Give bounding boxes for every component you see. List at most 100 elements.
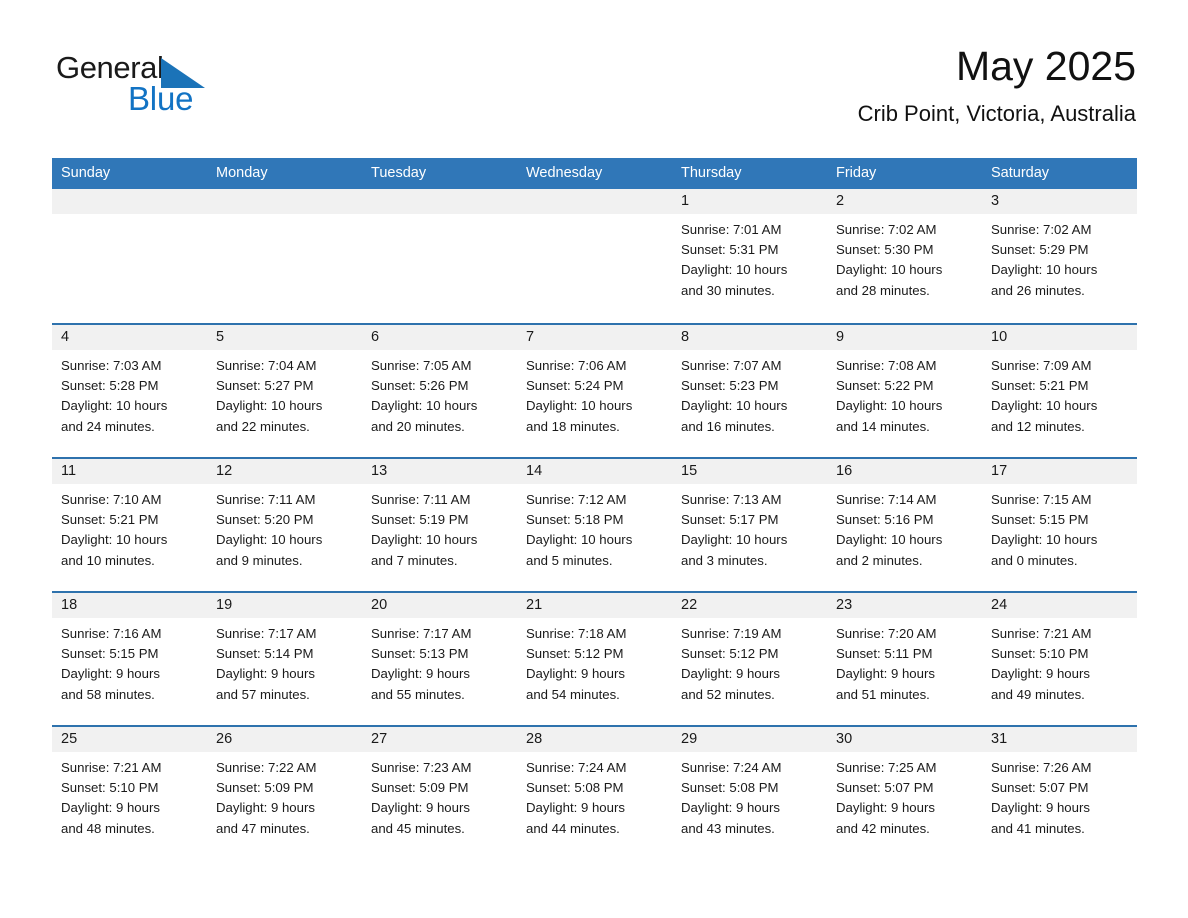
day-detail-line: Sunset: 5:28 PM: [61, 378, 159, 394]
day-number: 9: [836, 329, 845, 345]
day-number-band: 28: [517, 727, 672, 752]
day-number: 21: [526, 597, 543, 613]
day-detail-line: Daylight: 9 hours: [836, 666, 935, 682]
day-number-band: 8: [672, 325, 827, 350]
calendar-day-cell[interactable]: 21 Sunrise: 7:18 AM Sunset: 5:12 PM Dayligh…: [517, 593, 672, 725]
calendar-day-cell[interactable]: 8 Sunrise: 7:07 AM Sunset: 5:23 PM Daylight…: [672, 325, 827, 457]
day-number: 26: [216, 731, 233, 747]
calendar-week-row: 18 Sunrise: 7:16 AM Sunset: 5:15 PM Dayligh…: [52, 591, 1137, 725]
day-detail-line: Daylight: 10 hours: [681, 532, 788, 548]
day-number-band: 26: [207, 727, 362, 752]
calendar-day-cell[interactable]: 15 Sunrise: 7:13 AM Sunset: 5:17 PM Dayligh…: [672, 459, 827, 591]
weekday-header-thursday: Thursday: [681, 165, 742, 181]
day-number-band: 6: [362, 325, 517, 350]
day-detail-line: and 30 minutes.: [681, 282, 775, 298]
calendar-day-cell[interactable]: 30 Sunrise: 7:25 AM Sunset: 5:07 PM Dayligh…: [827, 727, 982, 859]
day-detail-line: Sunset: 5:17 PM: [681, 512, 779, 528]
calendar-day-cell[interactable]: 29 Sunrise: 7:24 AM Sunset: 5:08 PM Dayligh…: [672, 727, 827, 859]
day-detail-line: Sunset: 5:08 PM: [681, 780, 779, 796]
day-detail-line: Sunrise: 7:23 AM: [371, 760, 472, 775]
calendar-day-cell[interactable]: 18 Sunrise: 7:16 AM Sunset: 5:15 PM Dayligh…: [52, 593, 207, 725]
calendar-day-cell[interactable]: 31 Sunrise: 7:26 AM Sunset: 5:07 PM Dayligh…: [982, 727, 1137, 859]
calendar-day-cell[interactable]: 13 Sunrise: 7:11 AM Sunset: 5:19 PM Dayligh…: [362, 459, 517, 591]
calendar-day-cell[interactable]: 19 Sunrise: 7:17 AM Sunset: 5:14 PM Dayligh…: [207, 593, 362, 725]
day-detail-line: Sunset: 5:09 PM: [216, 780, 314, 796]
calendar-day-cell[interactable]: 4 Sunrise: 7:03 AM Sunset: 5:28 PM Daylight…: [52, 325, 207, 457]
day-number-band: 19: [207, 593, 362, 618]
calendar-day-cell[interactable]: 23 Sunrise: 7:20 AM Sunset: 5:11 PM Dayligh…: [827, 593, 982, 725]
day-number-band: 15: [672, 459, 827, 484]
day-number-band: 25: [52, 727, 207, 752]
calendar-day-cell[interactable]: 24 Sunrise: 7:21 AM Sunset: 5:10 PM Dayligh…: [982, 593, 1137, 725]
day-number-band: 31: [982, 727, 1137, 752]
calendar-day-cell[interactable]: 20 Sunrise: 7:17 AM Sunset: 5:13 PM Dayligh…: [362, 593, 517, 725]
day-number-band: [517, 189, 672, 214]
weekday-header-wednesday: Wednesday: [526, 165, 603, 181]
day-detail-line: Sunrise: 7:11 AM: [216, 492, 316, 507]
day-detail-line: Sunset: 5:16 PM: [836, 512, 934, 528]
calendar-day-cell[interactable]: 2 Sunrise: 7:02 AM Sunset: 5:30 PM Daylight…: [827, 189, 982, 323]
calendar-day-cell[interactable]: 16 Sunrise: 7:14 AM Sunset: 5:16 PM Dayligh…: [827, 459, 982, 591]
day-detail-line: Sunrise: 7:24 AM: [526, 760, 627, 775]
day-detail-line: Daylight: 9 hours: [836, 800, 935, 816]
calendar-day-cell[interactable]: 9 Sunrise: 7:08 AM Sunset: 5:22 PM Daylight…: [827, 325, 982, 457]
day-number: 14: [526, 463, 543, 479]
day-detail-line: and 42 minutes.: [836, 820, 930, 836]
calendar-day-cell[interactable]: 28 Sunrise: 7:24 AM Sunset: 5:08 PM Dayligh…: [517, 727, 672, 859]
calendar-week-row: 25 Sunrise: 7:21 AM Sunset: 5:10 PM Dayligh…: [52, 725, 1137, 859]
day-detail-line: Sunset: 5:08 PM: [526, 780, 624, 796]
calendar-day-cell[interactable]: 17 Sunrise: 7:15 AM Sunset: 5:15 PM Dayligh…: [982, 459, 1137, 591]
day-number-band: 10: [982, 325, 1137, 350]
day-detail-line: Sunrise: 7:04 AM: [216, 358, 317, 373]
calendar-day-cell[interactable]: 7 Sunrise: 7:06 AM Sunset: 5:24 PM Daylight…: [517, 325, 672, 457]
day-detail-line: and 28 minutes.: [836, 282, 930, 298]
day-detail-line: Sunset: 5:07 PM: [836, 780, 934, 796]
calendar-page: General Blue May 2025 Crib Point, Victor…: [0, 0, 1188, 918]
calendar-day-cell[interactable]: 3 Sunrise: 7:02 AM Sunset: 5:29 PM Daylight…: [982, 189, 1137, 323]
weekday-header-tuesday: Tuesday: [371, 165, 427, 181]
day-detail-line: and 10 minutes.: [61, 552, 155, 568]
day-detail-line: and 5 minutes.: [526, 552, 613, 568]
day-detail-line: Daylight: 9 hours: [216, 666, 315, 682]
day-number: 24: [991, 597, 1008, 613]
day-number: 23: [836, 597, 853, 613]
calendar-day-cell-empty: [517, 189, 672, 323]
day-number-band: 11: [52, 459, 207, 484]
calendar-grid: Sunday Monday Tuesday Wednesday Thursday Frid…: [52, 158, 1137, 859]
calendar-day-cell[interactable]: 27 Sunrise: 7:23 AM Sunset: 5:09 PM Dayligh…: [362, 727, 517, 859]
calendar-week-row: 11 Sunrise: 7:10 AM Sunset: 5:21 PM Dayligh…: [52, 457, 1137, 591]
weekday-header-friday: Friday: [836, 165, 877, 181]
day-detail-line: Sunset: 5:13 PM: [371, 646, 469, 662]
page-header: General Blue May 2025 Crib Point, Victor…: [0, 0, 1188, 126]
day-detail-line: Daylight: 9 hours: [61, 800, 160, 816]
day-number-band: 22: [672, 593, 827, 618]
calendar-day-cell[interactable]: 22 Sunrise: 7:19 AM Sunset: 5:12 PM Dayligh…: [672, 593, 827, 725]
day-number-band: 16: [827, 459, 982, 484]
calendar-day-cell[interactable]: 14 Sunrise: 7:12 AM Sunset: 5:18 PM Dayligh…: [517, 459, 672, 591]
calendar-day-cell[interactable]: 12 Sunrise: 7:11 AM Sunset: 5:20 PM Dayligh…: [207, 459, 362, 591]
day-detail-line: Sunrise: 7:18 AM: [526, 626, 627, 641]
day-detail-line: and 3 minutes.: [681, 552, 768, 568]
day-number: 6: [371, 329, 380, 345]
day-detail-line: Daylight: 9 hours: [371, 666, 470, 682]
calendar-day-cell[interactable]: 10 Sunrise: 7:09 AM Sunset: 5:21 PM Dayligh…: [982, 325, 1137, 457]
calendar-day-cell[interactable]: 11 Sunrise: 7:10 AM Sunset: 5:21 PM Dayligh…: [52, 459, 207, 591]
calendar-day-cell[interactable]: 5 Sunrise: 7:04 AM Sunset: 5:27 PM Daylight…: [207, 325, 362, 457]
day-details: Sunrise: 7:17 AM Sunset: 5:13 PM Daylight:…: [362, 618, 517, 705]
day-number-band: 12: [207, 459, 362, 484]
day-detail-line: Daylight: 10 hours: [836, 532, 943, 548]
calendar-day-cell[interactable]: 26 Sunrise: 7:22 AM Sunset: 5:09 PM Dayligh…: [207, 727, 362, 859]
calendar-day-cell[interactable]: 25 Sunrise: 7:21 AM Sunset: 5:10 PM Dayligh…: [52, 727, 207, 859]
day-number: 31: [991, 731, 1008, 747]
calendar-day-cell-empty: [362, 189, 517, 323]
day-number: 29: [681, 731, 698, 747]
day-detail-line: Sunset: 5:12 PM: [681, 646, 779, 662]
calendar-day-cell[interactable]: 6 Sunrise: 7:05 AM Sunset: 5:26 PM Daylight…: [362, 325, 517, 457]
day-detail-line: and 51 minutes.: [836, 686, 930, 702]
calendar-day-cell[interactable]: 1 Sunrise: 7:01 AM Sunset: 5:31 PM Daylight…: [672, 189, 827, 323]
day-detail-line: and 12 minutes.: [991, 418, 1085, 434]
day-number: 10: [991, 329, 1008, 345]
day-detail-line: Sunrise: 7:17 AM: [371, 626, 472, 641]
day-details: Sunrise: 7:01 AM Sunset: 5:31 PM Daylight:…: [672, 214, 827, 301]
day-number-band: 18: [52, 593, 207, 618]
